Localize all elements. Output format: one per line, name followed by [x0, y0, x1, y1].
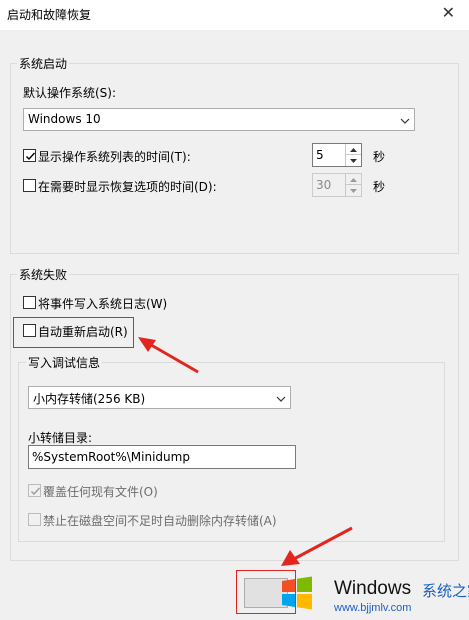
spin-down-icon[interactable] — [346, 155, 361, 166]
show-recovery-value: 30 — [316, 178, 332, 192]
spin-up-icon — [346, 174, 361, 185]
watermark-url: www.bjjmlv.com — [334, 602, 412, 614]
disable-autodelete-checkbox — [28, 513, 41, 526]
show-os-list-label: 显示操作系统列表的时间(T): — [38, 150, 191, 164]
chevron-down-icon — [276, 393, 286, 403]
checkmark-icon — [26, 152, 36, 161]
dump-dir-label: 小转储目录: — [28, 431, 93, 445]
close-icon[interactable]: ✕ — [442, 3, 455, 22]
watermark: Windows 系统之家 www.bjjmlv.com — [276, 568, 469, 620]
arrow-icon — [138, 337, 199, 374]
watermark-brand: Windows — [334, 578, 412, 599]
show-os-list-spinner[interactable]: 5 — [312, 143, 362, 167]
spin-down-icon — [346, 185, 361, 196]
dump-type-select[interactable]: 小内存转储(256 KB) — [28, 386, 291, 409]
spinner-buttons — [345, 144, 361, 166]
title-bar: 启动和故障恢复 ✕ — [0, 0, 469, 30]
overwrite-label: 覆盖任何现有文件(O) — [43, 485, 158, 499]
show-recovery-spinner: 30 — [312, 173, 362, 197]
system-startup-group-label: 系统启动 — [17, 55, 70, 72]
dump-dir-value: %SystemRoot%\Minidump — [32, 450, 190, 464]
watermark-suffix: 系统之家 — [422, 582, 469, 600]
default-os-value: Windows 10 — [28, 112, 101, 126]
chevron-down-icon — [400, 115, 410, 125]
dump-type-value: 小内存转储(256 KB) — [33, 392, 146, 406]
spin-up-icon[interactable] — [346, 144, 361, 155]
show-recovery-checkbox[interactable] — [23, 179, 36, 192]
show-recovery-unit: 秒 — [373, 180, 386, 194]
write-event-log-checkbox[interactable] — [23, 296, 36, 309]
dump-dir-input[interactable]: %SystemRoot%\Minidump — [28, 445, 296, 469]
auto-restart-highlight — [13, 317, 134, 348]
checkmark-icon — [31, 487, 41, 496]
window-title: 启动和故障恢复 — [7, 8, 92, 22]
show-os-list-value: 5 — [316, 148, 324, 162]
overwrite-checkbox — [28, 484, 41, 497]
arrow-icon — [281, 526, 353, 566]
spinner-buttons-disabled — [345, 174, 361, 196]
disable-autodelete-label: 禁止在磁盘空间不足时自动删除内存转储(A) — [43, 514, 277, 528]
windows-logo-icon — [282, 576, 312, 610]
default-os-label: 默认操作系统(S): — [23, 86, 117, 100]
write-event-log-label: 将事件写入系统日志(W) — [38, 297, 168, 311]
show-os-list-checkbox[interactable] — [23, 149, 36, 162]
debug-info-group-label: 写入调试信息 — [26, 354, 103, 371]
default-os-select[interactable]: Windows 10 — [23, 108, 415, 131]
show-recovery-label: 在需要时显示恢复选项的时间(D): — [38, 180, 217, 194]
system-failure-group-label: 系统失败 — [17, 266, 70, 283]
show-os-list-unit: 秒 — [373, 150, 386, 164]
